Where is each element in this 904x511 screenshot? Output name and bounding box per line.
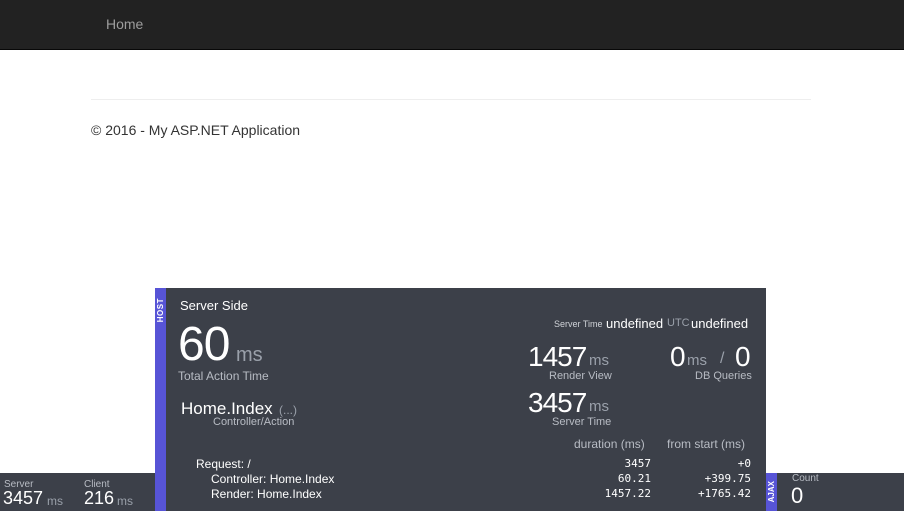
profiler-bar-host[interactable]: Server 3457 ms Client 216 ms bbox=[0, 473, 155, 511]
timing-row-from-start: +1765.42 bbox=[698, 487, 751, 500]
timing-row-duration: 60.21 bbox=[617, 472, 651, 485]
server-time-header-value1: undefined bbox=[606, 316, 664, 331]
server-time-header-value2: undefined bbox=[691, 316, 749, 331]
timing-row-from-start: +399.75 bbox=[704, 472, 751, 485]
db-queries-slash: / bbox=[720, 350, 725, 367]
footer-divider bbox=[91, 99, 811, 100]
ajax-count-value: 0 bbox=[791, 483, 804, 508]
server-time-header-label: Server Time bbox=[554, 319, 603, 329]
server-time-header-utc: UTC bbox=[667, 317, 690, 329]
profiler-popup: HOST Server Side 60 ms Total Action Time… bbox=[155, 288, 766, 511]
timing-row-duration: 3457 bbox=[624, 457, 652, 470]
footer-copyright: © 2016 - My ASP.NET Application bbox=[91, 122, 301, 138]
ajax-tab-label: AJAX bbox=[767, 481, 776, 503]
db-queries-unit: ms bbox=[687, 352, 707, 369]
timing-row-duration: 1457.22 bbox=[604, 487, 651, 500]
profiler-bar-ajax[interactable]: AJAX Count 0 bbox=[766, 473, 904, 511]
server-time-label: Server Time bbox=[552, 416, 612, 428]
nav-home-link[interactable]: Home bbox=[106, 16, 143, 32]
navbar: Home bbox=[0, 0, 904, 50]
db-queries-count: 0 bbox=[735, 341, 751, 372]
server-time-unit: ms bbox=[589, 398, 609, 415]
ajax-tab[interactable]: AJAX bbox=[766, 473, 777, 511]
server-time-value: 3457 bbox=[528, 387, 587, 418]
host-tab[interactable]: HOST bbox=[155, 288, 166, 511]
total-action-time-label: Total Action Time bbox=[178, 369, 269, 383]
db-queries-time: 0 bbox=[670, 341, 686, 372]
server-unit: ms bbox=[47, 494, 63, 508]
total-action-time-value: 60 bbox=[178, 318, 230, 371]
total-action-time-unit: ms bbox=[236, 344, 263, 366]
db-queries-label: DB Queries bbox=[695, 370, 752, 382]
server-value: 3457 bbox=[3, 488, 44, 508]
column-header-duration: duration (ms) bbox=[574, 437, 645, 451]
timing-row-name: Controller: Home.Index bbox=[211, 472, 335, 486]
host-tab-label: HOST bbox=[156, 298, 165, 323]
timing-row-name: Request: / bbox=[196, 457, 251, 471]
timing-row-from-start: +0 bbox=[737, 457, 751, 470]
column-header-from-start: from start (ms) bbox=[667, 437, 745, 451]
controller-action-more[interactable]: (...) bbox=[279, 403, 297, 417]
controller-action-label: Controller/Action bbox=[213, 416, 295, 428]
timing-row-name: Render: Home.Index bbox=[211, 487, 322, 501]
client-value: 216 bbox=[84, 488, 115, 508]
render-view-value: 1457 bbox=[528, 341, 587, 372]
client-unit: ms bbox=[117, 494, 133, 508]
profiler-title: Server Side bbox=[180, 298, 248, 313]
render-view-unit: ms bbox=[589, 352, 609, 369]
render-view-label: Render View bbox=[549, 370, 612, 382]
